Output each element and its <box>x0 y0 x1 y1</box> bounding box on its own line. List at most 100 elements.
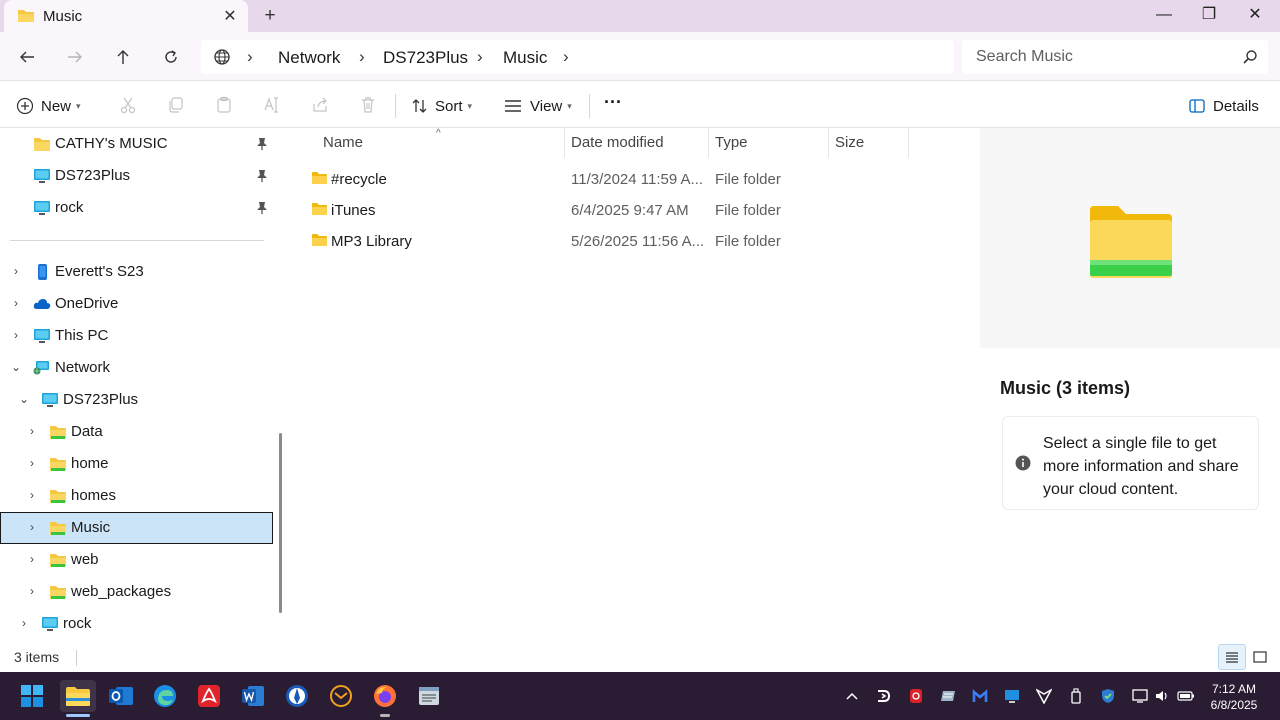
breadcrumb-chevron-icon[interactable]: › <box>247 47 253 67</box>
breadcrumb-chevron-icon[interactable]: › <box>359 47 365 67</box>
app-pen-icon[interactable] <box>281 680 313 712</box>
breadcrumb-network[interactable]: Network <box>278 48 340 68</box>
quick-access-item[interactable]: CATHY's MUSIC <box>0 128 273 160</box>
sort-button[interactable]: Sort ▾ <box>411 94 472 118</box>
pin-icon[interactable] <box>256 169 268 183</box>
antivirus-tray-icon[interactable] <box>906 686 926 706</box>
search-box[interactable] <box>962 40 1268 74</box>
start-icon[interactable] <box>16 680 48 712</box>
column-header-date[interactable]: Date modified <box>571 134 664 151</box>
up-button[interactable] <box>109 44 137 70</box>
file-explorer-icon[interactable] <box>60 680 96 712</box>
file-row[interactable]: MP3 Library 5/26/2025 11:56 A... File fo… <box>303 227 913 257</box>
breadcrumb-chevron-icon[interactable]: › <box>477 47 483 67</box>
minimize-button[interactable]: — <box>1141 4 1187 28</box>
delete-icon[interactable] <box>359 96 377 114</box>
file-row[interactable]: iTunes 6/4/2025 9:47 AM File folder <box>303 196 913 226</box>
arrow-up-icon <box>117 50 129 64</box>
column-divider[interactable] <box>908 128 909 158</box>
edge-icon[interactable] <box>149 680 181 712</box>
nav-item-data[interactable]: › Data <box>0 416 273 448</box>
firefox-icon[interactable] <box>369 680 401 712</box>
nav-item-web[interactable]: › web <box>0 544 273 576</box>
chevron-right-icon[interactable]: › <box>26 552 38 566</box>
maximize-button[interactable]: ❐ <box>1186 4 1232 28</box>
chevron-right-icon[interactable]: › <box>10 296 22 310</box>
chevron-down-icon[interactable]: ⌄ <box>10 360 22 374</box>
paste-icon[interactable] <box>215 96 233 114</box>
nav-item-onedrive[interactable]: › OneDrive <box>0 288 273 320</box>
quick-access-item[interactable]: DS723Plus <box>0 160 273 192</box>
nav-item-web-packages[interactable]: › web_packages <box>0 576 273 608</box>
volume-icon[interactable] <box>1152 686 1172 706</box>
security-shield-icon[interactable] <box>1098 686 1118 706</box>
nav-scrollbar[interactable] <box>279 433 282 613</box>
forward-button[interactable] <box>61 44 89 70</box>
cut-icon[interactable] <box>119 96 137 114</box>
back-button[interactable] <box>13 44 41 70</box>
vpn-tray-icon[interactable] <box>1034 686 1054 706</box>
column-header-name[interactable]: Name <box>323 134 363 151</box>
malwarebytes-icon[interactable] <box>970 686 990 706</box>
view-button[interactable]: View ▾ <box>504 94 572 118</box>
chevron-right-icon[interactable]: › <box>26 488 38 502</box>
tab-close-button[interactable]: ✕ <box>220 6 240 26</box>
app-tray-icon[interactable] <box>873 686 893 706</box>
nav-item-network[interactable]: ⌄ Network <box>0 352 273 384</box>
tiles-view-button[interactable] <box>1247 644 1275 670</box>
chevron-down-icon[interactable]: ⌄ <box>18 392 30 406</box>
nav-item-home[interactable]: › home <box>0 448 273 480</box>
quick-access-item[interactable]: rock <box>0 192 273 224</box>
details-view-button[interactable] <box>1218 644 1246 670</box>
chevron-right-icon[interactable]: › <box>26 520 38 534</box>
network-status-icon[interactable] <box>1130 686 1150 706</box>
usb-tray-icon[interactable] <box>1066 686 1086 706</box>
column-header-type[interactable]: Type <box>715 134 748 151</box>
breadcrumb-ds723plus[interactable]: DS723Plus <box>383 48 468 68</box>
nav-item-rock[interactable]: › rock <box>0 608 273 640</box>
column-divider[interactable] <box>708 128 709 158</box>
pin-icon[interactable] <box>256 201 268 215</box>
mail-icon[interactable] <box>325 680 357 712</box>
chevron-right-icon[interactable]: › <box>26 424 38 438</box>
chevron-right-icon[interactable]: › <box>26 584 38 598</box>
notepad-icon[interactable] <box>413 680 445 712</box>
column-divider[interactable] <box>564 128 565 158</box>
chevron-right-icon[interactable]: › <box>18 616 30 630</box>
show-hidden-icons-icon[interactable] <box>842 686 862 706</box>
column-divider[interactable] <box>828 128 829 158</box>
rename-icon[interactable] <box>263 96 281 114</box>
nav-item-homes[interactable]: › homes <box>0 480 273 512</box>
breadcrumb-music[interactable]: Music <box>503 48 547 68</box>
new-button[interactable]: New ▾ <box>16 94 81 118</box>
share-icon[interactable] <box>311 96 329 114</box>
acrobat-icon[interactable] <box>193 680 225 712</box>
pin-icon[interactable] <box>256 137 268 151</box>
system-clock[interactable]: 7:12 AM 6/8/2025 <box>1196 681 1272 713</box>
chevron-right-icon[interactable]: › <box>26 456 38 470</box>
new-tab-button[interactable]: + <box>260 5 280 27</box>
nav-item-everetts-s23[interactable]: › Everett's S23 <box>0 256 273 288</box>
address-bar[interactable]: › Network › DS723Plus › Music › <box>201 40 954 74</box>
refresh-button[interactable] <box>157 44 185 70</box>
nav-item-this-pc[interactable]: › This PC <box>0 320 273 352</box>
tab-music[interactable]: Music ✕ <box>4 0 248 32</box>
folder-icon <box>312 172 327 184</box>
chevron-right-icon[interactable]: › <box>10 264 22 278</box>
details-button[interactable]: Details <box>1189 94 1259 118</box>
file-row[interactable]: #recycle 11/3/2024 11:59 A... File folde… <box>303 165 913 195</box>
chevron-right-icon[interactable]: › <box>10 328 22 342</box>
nav-item-music[interactable]: › Music <box>0 512 273 544</box>
storage-tray-icon[interactable] <box>938 686 958 706</box>
close-button[interactable]: ✕ <box>1232 4 1278 28</box>
nav-item-ds723plus[interactable]: ⌄ DS723Plus <box>0 384 273 416</box>
search-input[interactable] <box>976 46 1226 68</box>
copy-icon[interactable] <box>167 96 185 114</box>
word-icon[interactable] <box>237 680 269 712</box>
more-options-button[interactable]: ··· <box>604 90 622 114</box>
column-header-size[interactable]: Size <box>835 134 864 151</box>
network-drive-tray-icon[interactable] <box>1002 686 1022 706</box>
breadcrumb-chevron-icon[interactable]: › <box>563 47 569 67</box>
outlook-icon[interactable] <box>105 680 137 712</box>
battery-icon[interactable] <box>1176 686 1196 706</box>
